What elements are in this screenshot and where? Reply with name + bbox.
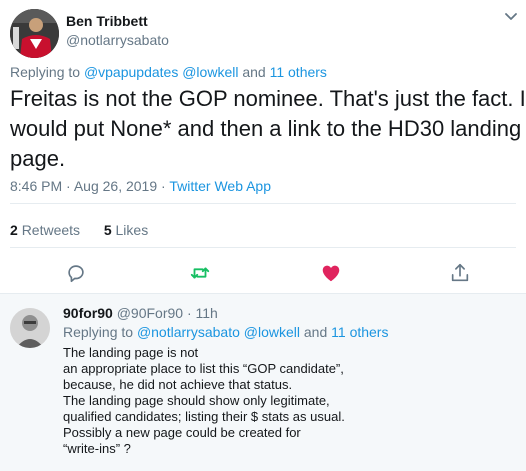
replying-to: Replying to @notlarrysabato @lowkell and… xyxy=(63,324,388,340)
tweet-source[interactable]: Twitter Web App xyxy=(169,178,271,194)
chevron-down-icon[interactable] xyxy=(504,12,518,22)
mention-link[interactable]: @lowkell xyxy=(244,324,300,340)
tweet-date[interactable]: Aug 26, 2019 xyxy=(74,178,157,194)
tweet-stats: 2 Retweets 5 Likes xyxy=(10,222,148,238)
retweet-icon[interactable] xyxy=(189,262,211,284)
reply-text-line: an appropriate place to list this “GOP c… xyxy=(63,361,344,376)
avatar[interactable] xyxy=(10,308,50,348)
reply-age[interactable]: 11h xyxy=(196,305,218,321)
likes-count: 5 xyxy=(103,222,112,238)
tweet-meta: 8:46 PM · Aug 26, 2019 · Twitter Web App xyxy=(10,178,271,194)
replying-to: Replying to @vpapupdates @lowkell and 11… xyxy=(10,64,327,80)
mention-link[interactable]: @notlarrysabato xyxy=(137,324,240,340)
reply-author-handle[interactable]: @90For90 xyxy=(117,305,183,321)
reply-text-line: The landing page is not xyxy=(63,345,199,360)
mention-link[interactable]: @vpapupdates xyxy=(84,64,178,80)
retweets-label: Retweets xyxy=(21,222,81,238)
share-icon[interactable] xyxy=(449,262,471,284)
divider xyxy=(10,247,516,248)
reply-text-line: The landing page should show only legiti… xyxy=(63,393,330,408)
others-link[interactable]: 11 others xyxy=(331,324,388,340)
retweets-stat[interactable]: 2 Retweets xyxy=(10,222,80,238)
reply-author-name[interactable]: 90for90 xyxy=(63,305,113,321)
tweet-text-line: would put None* and then a link to the H… xyxy=(10,116,522,141)
like-icon[interactable] xyxy=(320,262,342,284)
main-tweet: Ben Tribbett @notlarrysabato Replying to… xyxy=(0,0,526,293)
others-link[interactable]: 11 others xyxy=(270,64,327,80)
mention-link[interactable]: @lowkell xyxy=(182,64,238,80)
author-handle[interactable]: @notlarrysabato xyxy=(66,32,169,48)
reply-text-line: qualified candidates; listing their $ st… xyxy=(63,409,345,424)
likes-stat[interactable]: 5 Likes xyxy=(104,222,148,238)
author-name[interactable]: Ben Tribbett xyxy=(66,13,148,29)
reply-header: 90for90 @90For90 · 11h xyxy=(63,305,218,321)
replying-and: and xyxy=(242,64,266,80)
replying-and: and xyxy=(303,324,328,340)
likes-label: Likes xyxy=(115,222,149,238)
tweet-text-line: page. xyxy=(10,146,66,171)
replying-to-label: Replying to xyxy=(63,324,134,340)
reply-text: The landing page is not an appropriate p… xyxy=(63,345,345,457)
tweet-time[interactable]: 8:46 PM xyxy=(10,178,62,194)
divider xyxy=(10,203,516,204)
reply-text-line: because, he did not achieve that status. xyxy=(63,377,293,392)
reply-icon[interactable] xyxy=(65,262,87,284)
tweet-text: Freitas is not the GOP nominee. That's j… xyxy=(10,84,526,174)
replying-to-label: Replying to xyxy=(10,64,81,80)
retweets-count: 2 xyxy=(10,222,18,238)
reply-text-line: Possibly a new page could be created for xyxy=(63,425,301,440)
tweet-text-line: Freitas is not the GOP nominee. That's j… xyxy=(10,86,526,111)
reply-tweet[interactable]: 90for90 @90For90 · 11h Replying to @notl… xyxy=(0,294,526,471)
meta-separator: · xyxy=(66,178,71,194)
avatar[interactable] xyxy=(10,9,59,58)
reply-separator: · xyxy=(186,305,192,321)
reply-text-line: “write-ins” ? xyxy=(63,441,131,456)
meta-separator: · xyxy=(161,178,166,194)
